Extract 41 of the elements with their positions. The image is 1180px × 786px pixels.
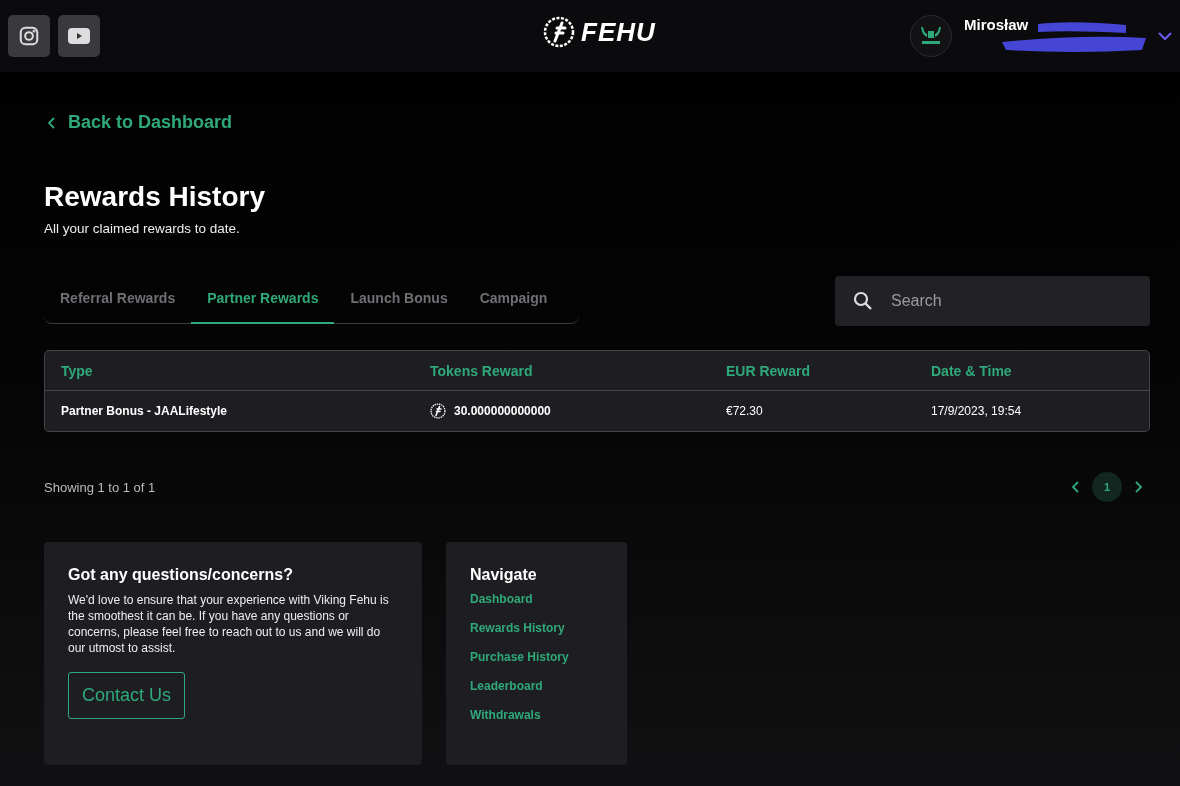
chevron-left-icon	[1072, 481, 1080, 493]
tab[interactable]: Partner Rewards	[191, 276, 335, 324]
nav-link[interactable]: Withdrawals	[470, 708, 603, 722]
youtube-button[interactable]	[58, 15, 100, 57]
column-header: EUR Reward	[726, 362, 812, 379]
card-title: Got any questions/concerns?	[68, 566, 294, 584]
nav-link[interactable]: Leaderboard	[470, 679, 603, 693]
logo-icon	[543, 16, 575, 48]
card-title: Navigate	[470, 566, 538, 584]
column-header: Tokens Reward	[430, 362, 534, 379]
results-count: Showing 1 to 1 of 1	[44, 479, 156, 495]
table-cell-text: 17/9/2023, 19:54	[931, 404, 1023, 418]
nav-link[interactable]: Rewards History	[470, 621, 603, 635]
chevron-right-icon	[1134, 481, 1142, 493]
table-cell: 30.000000000000	[454, 404, 551, 418]
card-text: We'd love to ensure that your experience with Viking Fehu is the smoothest it can be. If you have any questions or concerns, please feel free to reach out to us and we will do our utmost to assist.	[68, 592, 390, 656]
user-name: Mirosław	[964, 16, 1030, 33]
play-icon	[67, 27, 91, 45]
column-header: Date & Time	[931, 362, 1013, 379]
search-field[interactable]: Search	[835, 276, 1150, 326]
chevron-down-icon[interactable]	[1158, 31, 1172, 41]
chevron-left-icon	[48, 116, 56, 129]
page-button[interactable]: 1	[1092, 472, 1122, 502]
back-link[interactable]: Back to Dashboard	[48, 112, 233, 133]
column-header: Type	[61, 362, 94, 379]
token-icon	[430, 403, 446, 419]
brand-name: FEHU	[581, 16, 656, 48]
search-icon	[853, 291, 873, 311]
page-subtitle: All your claimed rewards to date.	[44, 221, 241, 236]
tab[interactable]: Launch Bonus	[334, 276, 464, 324]
nav-link[interactable]: Purchase History	[470, 650, 603, 664]
tab[interactable]: Referral Rewards	[44, 276, 192, 324]
table-cell-text: €72.30	[726, 404, 764, 418]
avatar[interactable]	[910, 15, 952, 57]
contact-button[interactable]: Contact Us	[68, 672, 186, 719]
page-title: Rewards History	[44, 181, 266, 213]
table-cell-text: Partner Bonus - JAALifestyle	[61, 404, 229, 418]
tab[interactable]: Campaign	[463, 276, 564, 324]
nav-link[interactable]: Dashboard	[470, 592, 603, 606]
instagram-button[interactable]	[8, 15, 50, 57]
instagram-icon	[18, 25, 40, 47]
